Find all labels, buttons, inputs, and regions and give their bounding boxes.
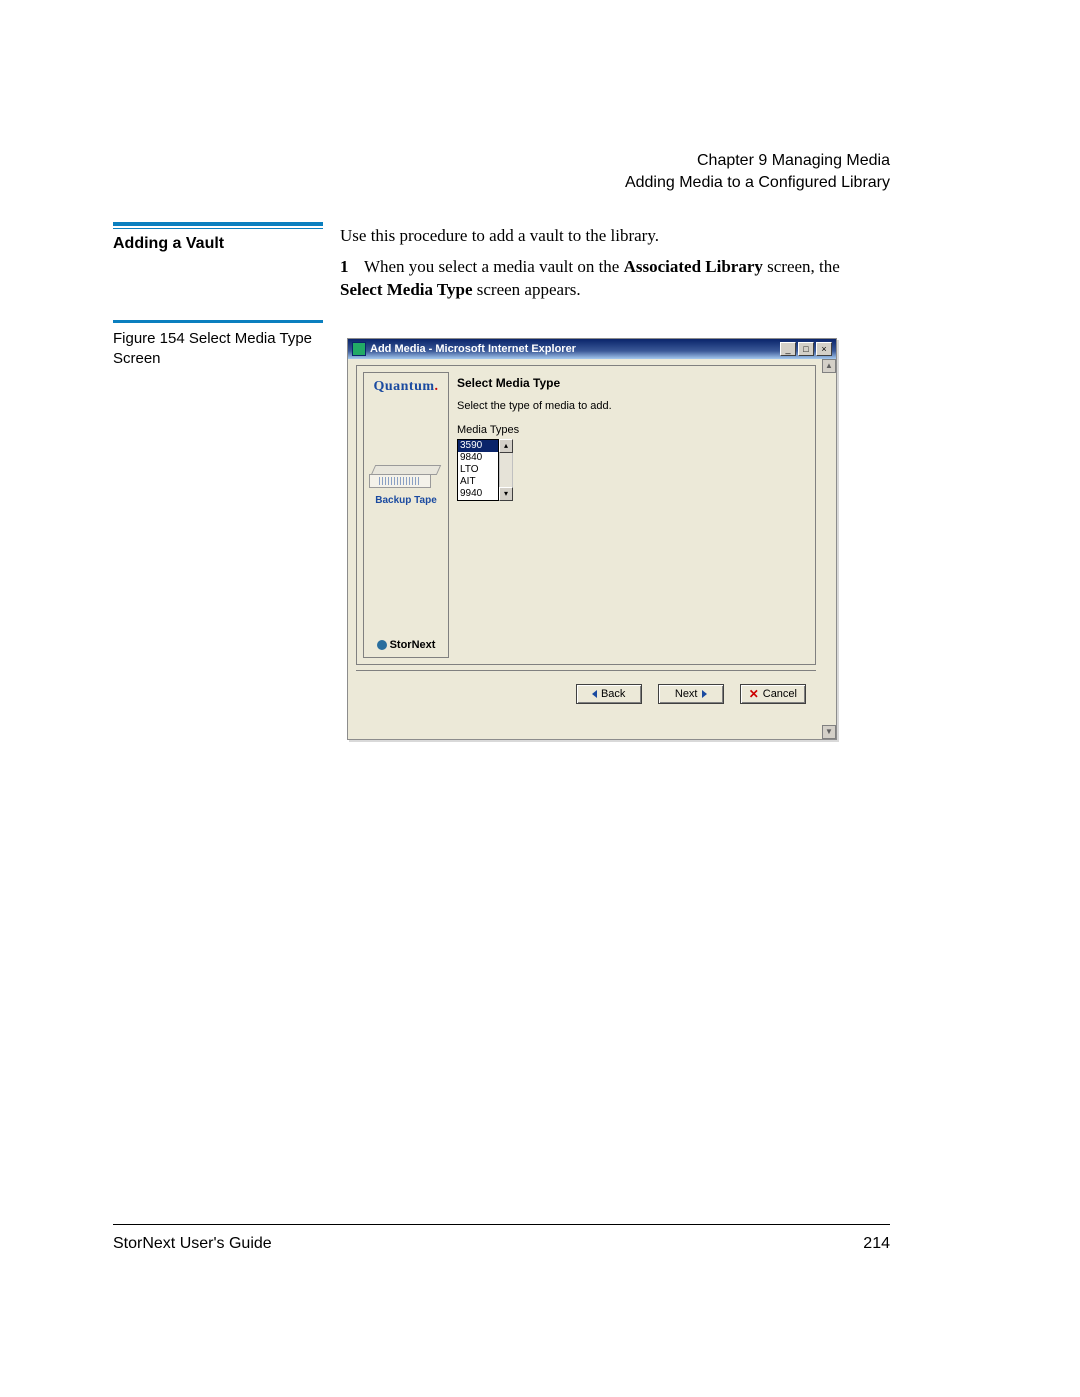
next-arrow-icon xyxy=(702,690,707,698)
listbox-option[interactable]: LTO xyxy=(458,464,498,476)
section-heading-block: Adding a Vault xyxy=(113,222,323,253)
client-area: ▲ ▼ Quantum. Backup Tape StorNext xyxy=(348,359,836,739)
list-scroll-down-button[interactable]: ▾ xyxy=(499,487,513,501)
page-scroll-down-button[interactable]: ▼ xyxy=(822,725,836,739)
media-types-listbox-wrap: 3590 9840 LTO AIT 9940 ▴ ▾ xyxy=(457,439,809,501)
listbox-option[interactable]: 9940 xyxy=(458,488,498,500)
button-separator xyxy=(356,670,816,671)
wizard-content: Select Media Type Select the type of med… xyxy=(457,372,809,658)
heading-rule-thick xyxy=(113,222,323,226)
ie-window: Add Media - Microsoft Internet Explorer … xyxy=(347,338,837,740)
window-title: Add Media - Microsoft Internet Explorer xyxy=(370,343,780,355)
cancel-x-icon: ✕ xyxy=(749,688,759,700)
stornext-brand: StorNext xyxy=(364,639,448,651)
heading-rule-thin xyxy=(113,228,323,229)
titlebar[interactable]: Add Media - Microsoft Internet Explorer … xyxy=(348,339,836,359)
tape-illustration xyxy=(373,465,439,489)
window-buttons: _ □ × xyxy=(780,342,832,356)
cancel-button[interactable]: ✕ Cancel xyxy=(740,684,806,704)
close-button[interactable]: × xyxy=(816,342,832,356)
inner-frame: Quantum. Backup Tape StorNext Select Med… xyxy=(356,365,816,665)
listbox-option[interactable]: 3590 xyxy=(458,440,498,452)
back-button[interactable]: Back xyxy=(576,684,642,704)
maximize-button[interactable]: □ xyxy=(798,342,814,356)
listbox-option[interactable]: AIT xyxy=(458,476,498,488)
page-footer: StorNext User's Guide 214 xyxy=(113,1224,890,1253)
section-heading: Adding a Vault xyxy=(113,235,323,253)
wizard-sidebar: Quantum. Backup Tape StorNext xyxy=(363,372,449,658)
listbox-option[interactable]: 9840 xyxy=(458,452,498,464)
media-types-listbox[interactable]: 3590 9840 LTO AIT 9940 xyxy=(457,439,499,501)
media-types-label: Media Types xyxy=(457,424,809,436)
figure-label-block: Figure 154 Select Media Type Screen xyxy=(113,320,323,370)
figure-rule xyxy=(113,320,323,323)
header-section: Adding Media to a Configured Library xyxy=(625,172,890,194)
step-number: 1 xyxy=(340,256,360,279)
page-header: Chapter 9 Managing Media Adding Media to… xyxy=(625,150,890,193)
next-button[interactable]: Next xyxy=(658,684,724,704)
content-subtext: Select the type of media to add. xyxy=(457,400,809,412)
ie-icon xyxy=(352,342,366,356)
list-scroll-track[interactable] xyxy=(499,453,513,487)
figure-label: Figure 154 Select Media Type Screen xyxy=(113,329,323,370)
quantum-logo: Quantum. xyxy=(366,379,446,395)
header-chapter: Chapter 9 Managing Media xyxy=(625,150,890,172)
page-number: 214 xyxy=(863,1235,890,1253)
step-1: 1 When you select a media vault on the A… xyxy=(340,256,880,302)
stornext-globe-icon xyxy=(377,640,387,650)
sidebar-caption: Backup Tape xyxy=(366,495,446,506)
back-arrow-icon xyxy=(592,690,597,698)
footer-title: StorNext User's Guide xyxy=(113,1235,272,1253)
minimize-button[interactable]: _ xyxy=(780,342,796,356)
page-scroll-up-button[interactable]: ▲ xyxy=(822,359,836,373)
list-scroll-up-button[interactable]: ▴ xyxy=(499,439,513,453)
intro-text: Use this procedure to add a vault to the… xyxy=(340,226,659,246)
step-text: When you select a media vault on the Ass… xyxy=(340,257,840,299)
content-heading: Select Media Type xyxy=(457,376,809,390)
listbox-scrollbar[interactable]: ▴ ▾ xyxy=(499,439,513,501)
wizard-button-bar: Back Next ✕ Cancel xyxy=(356,675,816,713)
